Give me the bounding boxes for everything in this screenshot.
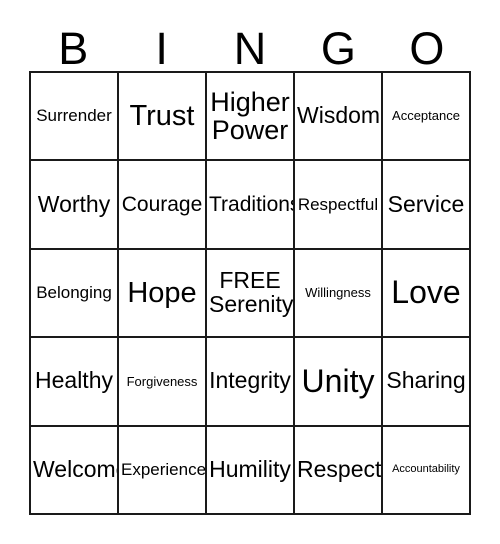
bingo-cell-label: Surrender [36,106,112,126]
bingo-grid: Surrender Trust Higher Power Wisdom Acceptan… [29,71,471,516]
bingo-cell-label: Respectful [297,194,379,214]
bingo-header-letters: B I N G O [29,18,471,71]
bingo-cell[interactable]: Willingness [295,249,383,339]
bingo-cell[interactable]: Trust [119,73,207,162]
bingo-free-space-cell[interactable]: FREE Serenity [207,249,295,339]
bingo-cell-label: Healthy [35,367,113,394]
bingo-cell[interactable]: Humility [207,426,295,516]
bingo-cell-label: Experience [121,459,207,479]
bingo-cell[interactable]: Courage [119,161,207,250]
bingo-cell-label: Wisdom [297,102,381,129]
bingo-row: Surrender Trust Higher Power Wisdom Acceptan… [31,73,471,162]
bingo-cell-label: Belonging [36,283,112,303]
bingo-row: Belonging Hope FREE Serenity Willingness Lov… [31,249,471,339]
bingo-cell[interactable]: Higher Power [207,73,295,162]
bingo-row: Healthy Forgiveness Integrity Unity Sharing [31,338,471,427]
bingo-cell-label: Unity [301,362,375,399]
bingo-cell-label: Humility [209,455,291,482]
bingo-cell[interactable]: Love [383,249,471,339]
bingo-header-letter-i: I [155,23,168,74]
bingo-cell[interactable]: Belonging [31,249,119,339]
bingo-cell[interactable]: Respect [295,426,383,516]
bingo-cell-label: Hope [127,276,197,309]
bingo-cell-label: Forgiveness [126,373,198,389]
bingo-cell[interactable]: Forgiveness [119,338,207,427]
bingo-cell-label: Willingness [305,285,371,301]
bingo-cell[interactable]: Surrender [31,73,119,162]
bingo-header-letter-o: O [409,23,445,74]
bingo-cell-label: Welcome [33,455,119,482]
bingo-cell[interactable]: Acceptance [383,73,471,162]
bingo-cell-label: Acceptance [392,108,460,124]
bingo-cell[interactable]: Integrity [207,338,295,427]
bingo-cell-label: Traditions [209,192,295,216]
bingo-cell-label: Courage [121,192,203,216]
bingo-cell-label: Love [391,274,461,311]
bingo-cell[interactable]: Wisdom [295,73,383,162]
bingo-cell[interactable]: Experience [119,426,207,516]
bingo-cell-label: Sharing [386,367,466,394]
bingo-row: Welcome Experience Humility Respect Accounta… [31,426,471,516]
bingo-cell[interactable]: Sharing [383,338,471,427]
bingo-card: B I N G O Surrender Trust Higher Power Wisd… [0,0,500,544]
bingo-cell[interactable]: Accountability [383,426,471,516]
bingo-cell-label: Trust [129,100,195,133]
bingo-cell[interactable]: Healthy [31,338,119,427]
bingo-cell-label: Service [387,190,465,217]
bingo-row: Worthy Courage Traditions Respectful Service [31,161,471,250]
bingo-cell-label: Higher Power [210,87,290,146]
bingo-header-letter-g: G [320,23,356,74]
bingo-cell-label: Accountability [392,463,460,476]
bingo-cell[interactable]: Service [383,161,471,250]
bingo-header-letter-n: N [233,23,267,74]
bingo-cell[interactable]: Worthy [31,161,119,250]
bingo-cell-label: FREE Serenity [209,267,294,318]
bingo-cell[interactable]: Hope [119,249,207,339]
bingo-cell-label: Respect [297,455,382,482]
bingo-cell-label: Integrity [209,367,291,394]
bingo-cell[interactable]: Traditions [207,161,295,250]
bingo-cell[interactable]: Welcome [31,426,119,516]
bingo-cell[interactable]: Respectful [295,161,383,250]
bingo-cell[interactable]: Unity [295,338,383,427]
bingo-header-letter-b: B [58,23,89,74]
bingo-cell-label: Worthy [37,190,111,217]
